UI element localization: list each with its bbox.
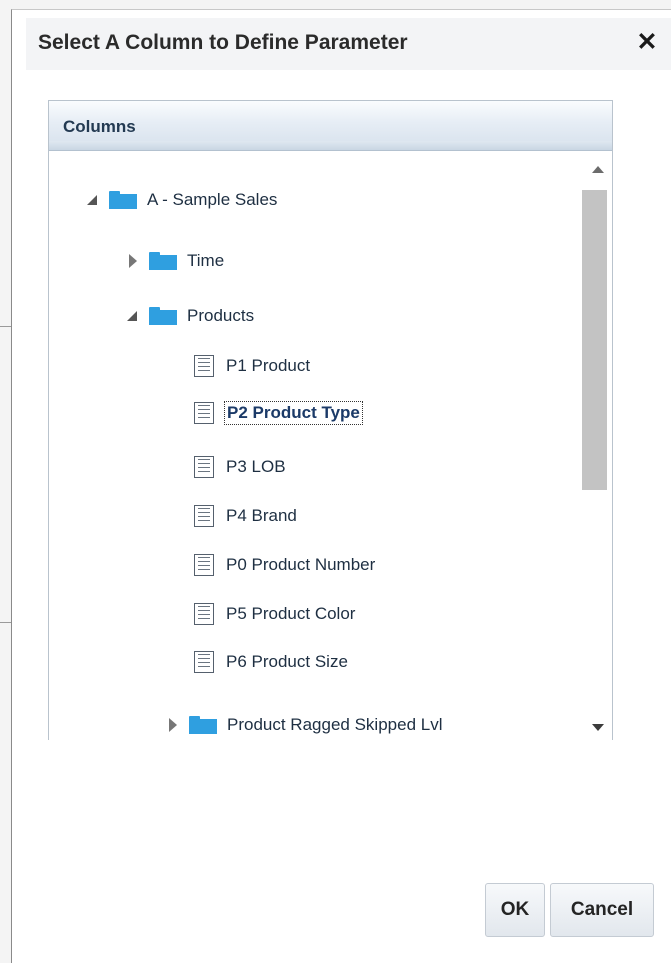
tree-item-p4-brand[interactable]: P4 Brand: [194, 502, 297, 530]
dialog-title: Select A Column to Define Parameter: [38, 31, 408, 54]
tree-node-sample-sales[interactable]: A - Sample Sales: [87, 186, 277, 214]
ok-button[interactable]: OK: [485, 883, 545, 937]
tree-node-products[interactable]: Products: [127, 302, 254, 330]
tree-node-label: Time: [187, 251, 225, 270]
close-icon[interactable]: ✕: [634, 28, 660, 56]
tree-item-label: P5 Product Color: [226, 604, 356, 623]
column-icon: [194, 402, 214, 424]
folder-icon: [149, 307, 177, 325]
tree-node-label: A - Sample Sales: [147, 190, 278, 209]
scroll-up-icon[interactable]: [592, 166, 604, 173]
header-stripe: [49, 141, 612, 150]
expanded-triangle-icon[interactable]: [87, 192, 99, 208]
tree-item-p0-product-number[interactable]: P0 Product Number: [194, 551, 375, 579]
tree-node-product-ragged-skipped-lvl[interactable]: Product Ragged Skipped Lvl: [167, 711, 442, 739]
tree-item-p1-product[interactable]: P1 Product: [194, 352, 310, 380]
scroll-down-icon[interactable]: [592, 724, 604, 731]
column-tree: A - Sample Sales Time Products P1 Produc…: [49, 151, 578, 739]
columns-panel-title: Columns: [63, 117, 136, 136]
cancel-button[interactable]: Cancel: [550, 883, 654, 937]
tree-node-label: Products: [187, 306, 255, 325]
tree-item-label: P6 Product Size: [226, 652, 348, 671]
columns-panel-header: Columns: [49, 101, 612, 151]
column-icon: [194, 456, 214, 478]
tree-item-label: P4 Brand: [226, 506, 297, 525]
column-icon: [194, 651, 214, 673]
tree-item-label: P3 LOB: [226, 457, 286, 476]
tree-item-p6-product-size[interactable]: P6 Product Size: [194, 648, 348, 676]
expanded-triangle-icon[interactable]: [127, 308, 139, 324]
tree-item-label: P1 Product: [226, 356, 311, 375]
tree-item-label: P2 Product Type: [224, 401, 363, 425]
tree-node-time[interactable]: Time: [127, 247, 224, 275]
column-icon: [194, 355, 214, 377]
tree-item-label: P0 Product Number: [226, 555, 376, 574]
column-icon: [194, 603, 214, 625]
collapsed-triangle-icon[interactable]: [167, 717, 179, 733]
column-icon: [194, 554, 214, 576]
tree-scrollbar[interactable]: [579, 152, 611, 739]
scroll-thumb[interactable]: [582, 190, 607, 490]
column-icon: [194, 505, 214, 527]
tree-node-label: Product Ragged Skipped Lvl: [227, 715, 443, 734]
tree-item-p3-lob[interactable]: P3 LOB: [194, 453, 286, 481]
folder-icon: [149, 252, 177, 270]
folder-icon: [109, 191, 137, 209]
tree-item-p2-product-type[interactable]: P2 Product Type: [194, 399, 363, 427]
collapsed-triangle-icon[interactable]: [127, 253, 139, 269]
tree-item-p5-product-color[interactable]: P5 Product Color: [194, 600, 355, 628]
folder-icon: [189, 716, 217, 734]
